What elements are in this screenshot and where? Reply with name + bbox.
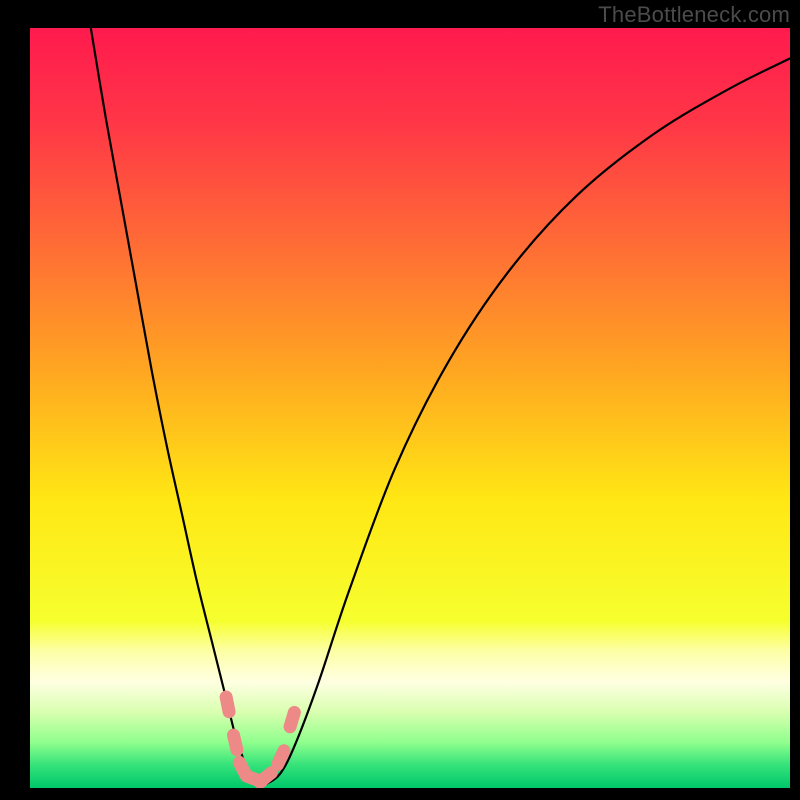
chart-background bbox=[30, 28, 790, 788]
outer-frame: TheBottleneck.com bbox=[0, 0, 800, 800]
chart-plot-area bbox=[30, 28, 790, 788]
chart-svg bbox=[30, 28, 790, 788]
watermark-text: TheBottleneck.com bbox=[598, 2, 790, 28]
